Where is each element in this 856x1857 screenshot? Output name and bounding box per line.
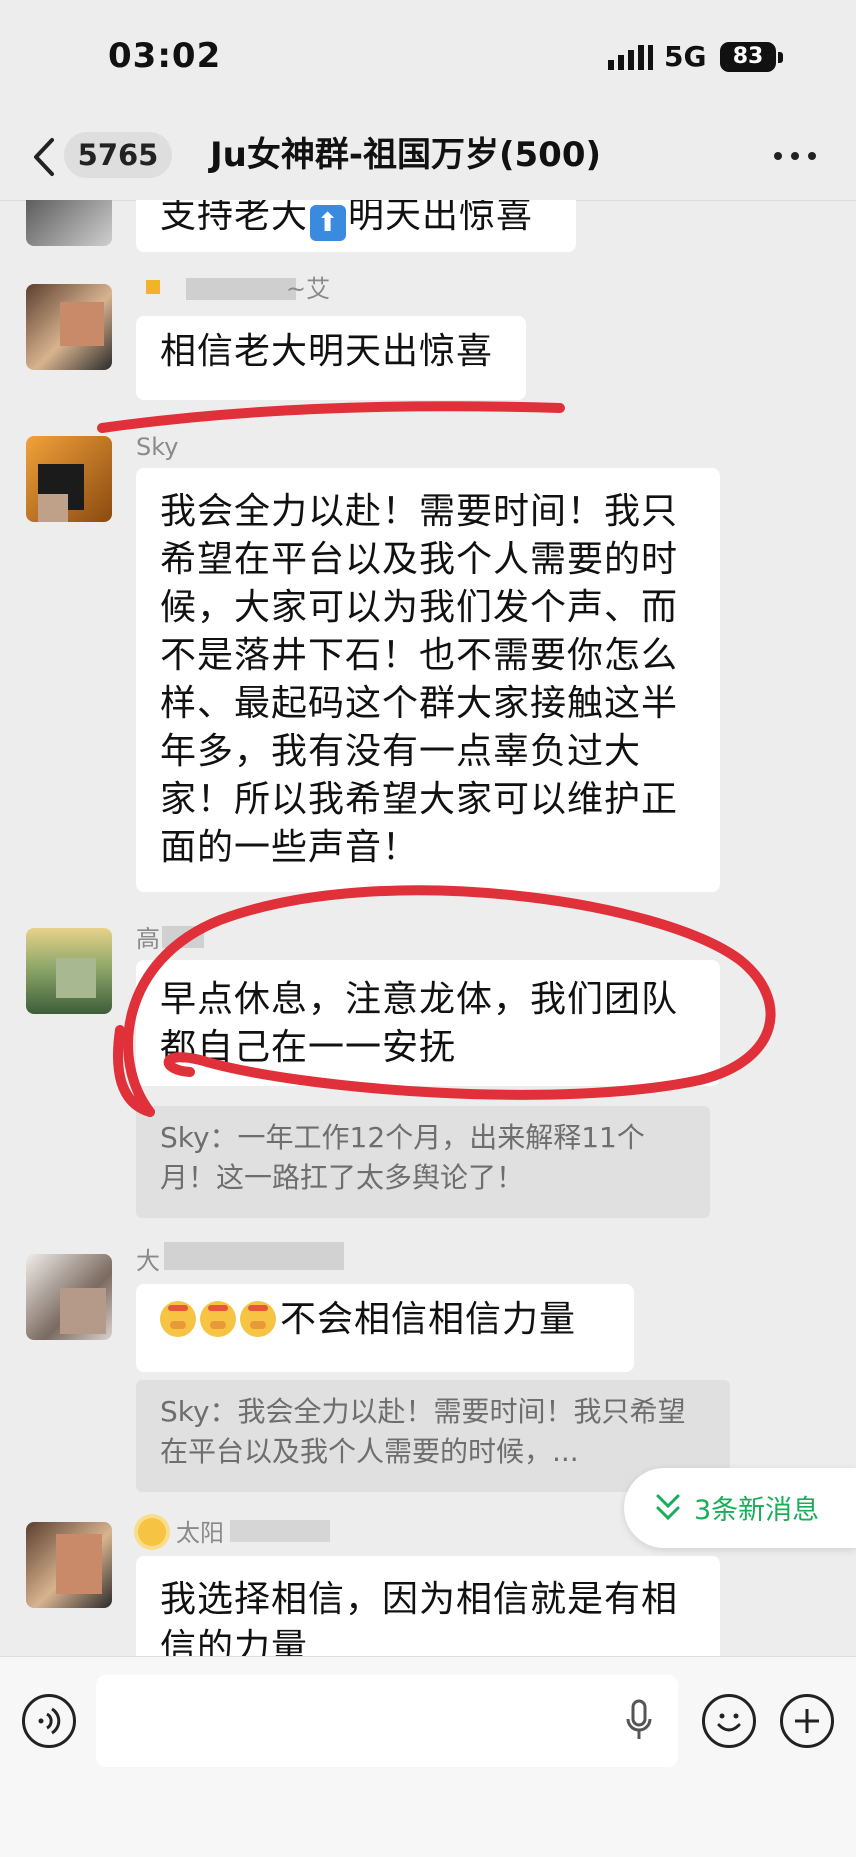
message-text: 相信老大明天出惊喜 [160,331,494,372]
message-text: 我选择相信，因为相信就是有相信的力量 [160,1579,679,1656]
quoted-message[interactable]: Sky：一年工作12个月，出来解释11个月！这一路扛了太多舆论了！ [136,1106,710,1218]
microphone-icon[interactable] [624,1699,654,1743]
sender-name-mosaic [162,926,204,948]
avatar[interactable] [26,1254,112,1340]
message-text: 明天出惊喜 [348,200,534,236]
input-bar [0,1656,856,1857]
sender-name: 大 [136,1247,160,1275]
avatar-mosaic [60,1288,106,1334]
message-bubble[interactable]: 不会相信相信力量 [136,1284,634,1372]
saluting-face-emoji-icon [200,1301,236,1337]
chat-header: 5765 Ju女神群-祖国万岁(500) [0,118,856,201]
avatar[interactable] [26,928,112,1014]
signal-bars-icon [608,45,653,70]
message-bubble[interactable]: 我会全力以赴！需要时间！我只希望在平台以及我个人需要的时候，大家可以为我们发个声… [136,468,720,892]
chat-title: Ju女神群-祖国万岁(500) [210,135,602,175]
message-input[interactable] [96,1675,678,1767]
plus-icon[interactable] [780,1694,834,1748]
avatar[interactable] [26,1522,112,1608]
avatar-mosaic [60,302,104,346]
avatar[interactable] [26,200,112,246]
battery-level: 83 [720,42,776,72]
sender-name-mosaic [186,278,296,300]
message-text: 我会全力以赴！需要时间！我只希望在平台以及我个人需要的时候，大家可以为我们发个声… [160,491,679,868]
sun-emoji-icon [138,1518,166,1546]
saluting-face-emoji-icon [240,1301,276,1337]
chevron-left-icon[interactable] [24,132,64,182]
message-text: 不会相信相信力量 [280,1299,577,1340]
message-text: 支持老大 [160,200,309,236]
sender-name: 太阳 [176,1519,224,1547]
double-chevron-down-icon [656,1494,680,1521]
sender-name-mosaic [164,1242,344,1270]
smiley-icon[interactable] [702,1694,756,1748]
unread-count-badge[interactable]: 5765 [64,132,172,178]
new-messages-label: 3条新消息 [694,1495,820,1526]
sender-name-mosaic [146,280,160,294]
new-messages-button[interactable]: 3条新消息 [624,1468,856,1548]
message-bubble[interactable]: 相信老大明天出惊喜 [136,316,526,400]
avatar-mosaic [56,958,96,998]
quote-text: Sky：我会全力以赴！需要时间！我只希望在平台以及我个人需要的时候，... [160,1395,686,1468]
sender-name: Sky [136,433,179,461]
more-dots-icon[interactable] [770,136,820,176]
message-bubble[interactable]: 我选择相信，因为相信就是有相信的力量 [136,1556,720,1656]
message-list[interactable]: 支持老大 ⬆ 明天出惊喜 ~艾 相信老大明天出惊喜 Sky 我会全力以赴！需要时间！… [0,200,856,1656]
status-time: 03:02 [108,36,222,76]
quote-text: Sky：一年工作12个月，出来解释11个月！这一路扛了太多舆论了！ [160,1121,645,1194]
sender-name: 高 [136,925,160,953]
voice-icon[interactable] [22,1694,76,1748]
avatar-mosaic [56,1534,102,1594]
avatar-mosaic [38,494,68,522]
message-bubble[interactable]: 早点休息，注意龙体，我们团队都自己在一一安抚 [136,960,720,1086]
sender-name-mosaic [230,1520,330,1542]
status-bar: 03:02 5G 83 [0,0,856,118]
avatar[interactable] [26,284,112,370]
network-type: 5G [664,40,707,73]
avatar[interactable] [26,436,112,522]
message-text: 早点休息，注意龙体，我们团队都自己在一一安抚 [160,979,679,1068]
up-arrow-emoji-icon: ⬆ [310,205,347,241]
message-bubble[interactable]: 支持老大 ⬆ 明天出惊喜 [136,200,576,252]
sender-name: ~艾 [286,275,331,303]
saluting-face-emoji-icon [160,1301,196,1337]
battery-icon [778,52,783,63]
